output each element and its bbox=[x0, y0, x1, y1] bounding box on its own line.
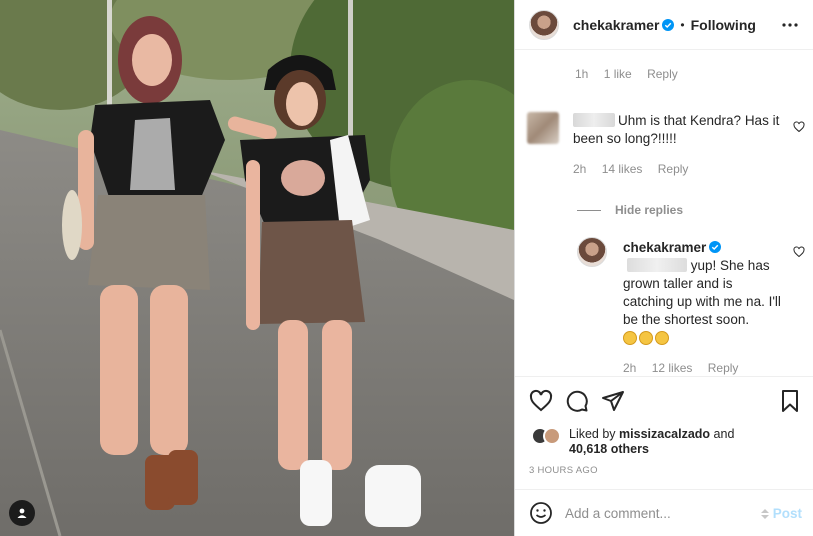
liker-avatar bbox=[543, 427, 561, 445]
reply-button[interactable]: Reply bbox=[658, 162, 689, 176]
post-photo[interactable] bbox=[0, 0, 514, 536]
sort-icon bbox=[760, 508, 769, 519]
reply-button[interactable]: Reply bbox=[708, 361, 739, 375]
header-separator: • bbox=[680, 17, 685, 32]
post-side-panel: chekakramer • Following 1h 1 like Reply … bbox=[514, 0, 813, 536]
reply-body: chekakramer yup! She has grown taller an… bbox=[623, 239, 785, 377]
sad-emoji-icon bbox=[655, 331, 669, 345]
comment-composer: Post bbox=[515, 489, 813, 536]
post-button[interactable]: Post bbox=[759, 506, 802, 521]
comment-icon[interactable] bbox=[565, 389, 589, 413]
liked-by-user[interactable]: missizacalzado bbox=[619, 427, 710, 441]
reply-button[interactable]: Reply bbox=[647, 67, 678, 81]
more-icon[interactable] bbox=[780, 15, 800, 35]
comment-time: 2h bbox=[573, 162, 587, 176]
comment-body: Uhm is that Kendra? Has it been so long?… bbox=[573, 112, 783, 178]
post-button-label: Post bbox=[772, 506, 802, 521]
verified-icon bbox=[662, 18, 675, 31]
action-icons bbox=[529, 389, 625, 413]
comment-likes[interactable]: 1 like bbox=[604, 67, 632, 81]
liked-by-prefix: Liked by bbox=[569, 427, 616, 441]
likes-text: Liked by missizacalzado and 40,618 other… bbox=[569, 427, 734, 457]
user-tag-icon[interactable] bbox=[9, 500, 35, 526]
post-timestamp[interactable]: 3 HOURS AGO bbox=[529, 465, 598, 476]
emoji-icon[interactable] bbox=[529, 501, 553, 525]
hide-replies-line bbox=[577, 209, 601, 211]
comment-likes[interactable]: 14 likes bbox=[602, 162, 643, 176]
commenter-username-redacted[interactable] bbox=[573, 113, 615, 127]
photo-image bbox=[0, 0, 514, 536]
verified-icon bbox=[709, 241, 722, 253]
reply-like-icon[interactable] bbox=[793, 246, 805, 258]
author-username[interactable]: chekakramer bbox=[573, 17, 659, 33]
share-icon[interactable] bbox=[601, 389, 625, 413]
comment-like-icon[interactable] bbox=[793, 121, 805, 133]
liked-by-and: and bbox=[713, 427, 735, 441]
reply-meta: 2h 12 likes Reply bbox=[623, 359, 785, 377]
sad-emoji-icon bbox=[623, 331, 637, 345]
reply-emojis bbox=[623, 330, 785, 348]
reply-author-avatar[interactable] bbox=[577, 237, 607, 267]
comment-meta: 2h 14 likes Reply bbox=[573, 160, 783, 178]
hide-replies-button[interactable]: Hide replies bbox=[577, 203, 683, 217]
reply-username[interactable]: chekakramer bbox=[623, 240, 706, 255]
post-header: chekakramer • Following bbox=[515, 0, 813, 50]
comment-input[interactable] bbox=[565, 505, 745, 521]
hide-replies-label: Hide replies bbox=[615, 203, 684, 217]
commenter-avatar[interactable] bbox=[527, 112, 559, 144]
reply-likes[interactable]: 12 likes bbox=[652, 361, 693, 375]
mention-redacted[interactable] bbox=[627, 258, 687, 272]
liker-avatars[interactable] bbox=[531, 427, 563, 447]
following-button[interactable]: Following bbox=[691, 17, 756, 33]
heart-icon[interactable] bbox=[529, 389, 553, 413]
likes-summary: Liked by missizacalzado and 40,618 other… bbox=[531, 427, 734, 457]
bookmark-icon[interactable] bbox=[778, 389, 802, 413]
comment-time: 1h bbox=[575, 67, 589, 81]
sad-emoji-icon bbox=[639, 331, 653, 345]
likes-count[interactable]: 40,618 others bbox=[569, 442, 649, 456]
previous-comment-meta: 1h 1 like Reply bbox=[575, 67, 690, 81]
author-avatar[interactable] bbox=[529, 9, 559, 40]
reply-time: 2h bbox=[623, 361, 637, 375]
